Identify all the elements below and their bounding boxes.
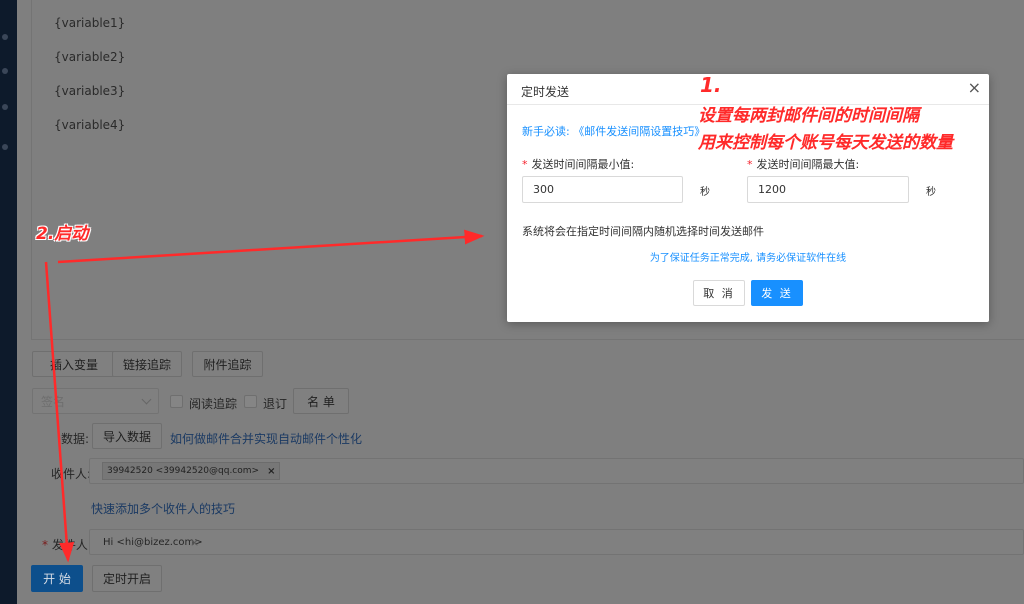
recipient-tag-text: 39942520 <39942520@qq.com>: [107, 466, 260, 476]
data-label: 数据:: [61, 432, 90, 446]
variable-line: {variable2}: [54, 50, 126, 64]
nav-icon[interactable]: [2, 104, 8, 110]
step1-line1: 设置每两封邮件间的时间间隔: [698, 106, 919, 126]
send-button[interactable]: 发 送: [751, 280, 803, 306]
variable-line: {variable3}: [54, 84, 126, 98]
keep-online-note: 为了保证任务正常完成, 请务必保证软件在线: [649, 253, 847, 264]
step1-line2: 用来控制每个账号每天发送的数量: [698, 133, 953, 153]
mail-merge-help-link[interactable]: 如何做邮件合并实现自动邮件个性化: [170, 430, 362, 447]
recipient-tag: 39942520 <39942520@qq.com> ×: [102, 462, 281, 480]
max-interval-label-text: 发送时间间隔最大值:: [756, 158, 860, 171]
interval-tips-link[interactable]: 新手必读: 《邮件发送间隔设置技巧》: [522, 123, 705, 139]
min-interval-label: * 发送时间间隔最小值:: [522, 156, 634, 172]
dialog-title: 定时发送: [521, 85, 570, 99]
nav-icon[interactable]: [2, 68, 8, 74]
list-button[interactable]: 名 单: [293, 388, 349, 414]
required-mark: *: [747, 158, 753, 171]
sender-label: * 发件人:: [42, 538, 92, 552]
signature-placeholder: 签名: [41, 394, 66, 409]
unsubscribe-checkbox[interactable]: [244, 395, 257, 408]
required-mark: *: [522, 158, 528, 171]
max-interval-input[interactable]: 1200: [747, 176, 909, 203]
nav-icon[interactable]: [2, 144, 8, 150]
remove-icon[interactable]: ×: [267, 466, 275, 477]
read-tracking-label: 阅读追踪: [189, 397, 238, 411]
recipients-field[interactable]: 39942520 <39942520@qq.com> ×: [89, 458, 1024, 484]
insert-variable-button[interactable]: 插入变量: [32, 351, 116, 377]
sender-value: Hi <hi@bizez.com>: [103, 537, 203, 548]
signature-select[interactable]: 签名: [32, 388, 159, 414]
cancel-button[interactable]: 取 消: [693, 280, 745, 306]
add-recipients-tip-link[interactable]: 快速添加多个收件人的技巧: [91, 500, 235, 517]
random-interval-description: 系统将会在指定时间间隔内随机选择时间发送邮件: [522, 225, 764, 238]
step2-label: 2.启动: [36, 224, 89, 244]
max-unit: 秒: [926, 187, 936, 198]
nav-icon[interactable]: [2, 34, 8, 40]
clear-icon[interactable]: ×: [190, 536, 199, 549]
max-interval-label: * 发送时间间隔最大值:: [747, 156, 859, 172]
chevron-down-icon: [141, 394, 152, 405]
link-tracking-button[interactable]: 链接追踪: [112, 351, 182, 377]
variable-line: {variable4}: [54, 118, 126, 132]
unsubscribe-label: 退订: [263, 397, 288, 411]
close-icon[interactable]: ×: [968, 78, 981, 97]
min-interval-label-text: 发送时间间隔最小值:: [531, 158, 635, 171]
sender-field[interactable]: Hi <hi@bizez.com> ×: [89, 529, 1024, 555]
start-button[interactable]: 开 始: [31, 565, 83, 592]
min-interval-input[interactable]: 300: [522, 176, 683, 203]
import-data-button[interactable]: 导入数据: [92, 423, 162, 449]
read-tracking-checkbox[interactable]: [170, 395, 183, 408]
sender-label-text: 发件人:: [51, 538, 92, 552]
attachment-tracking-button[interactable]: 附件追踪: [192, 351, 263, 377]
recipients-label: 收件人:: [51, 467, 92, 481]
left-sidebar: [0, 0, 17, 604]
step1-number: 1.: [700, 73, 722, 97]
min-unit: 秒: [700, 187, 710, 198]
schedule-start-button[interactable]: 定时开启: [92, 565, 162, 592]
variable-line: {variable1}: [54, 16, 126, 30]
